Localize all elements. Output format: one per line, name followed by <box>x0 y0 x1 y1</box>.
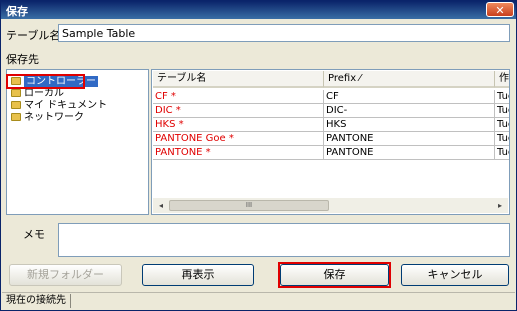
row-table-name: HKS * <box>153 118 324 132</box>
save-destination-label: 保存先 <box>6 53 39 66</box>
status-bar: 現在の接続先 <box>2 292 515 310</box>
close-button[interactable]: ✕ <box>486 2 514 17</box>
row-created: Tue <box>495 104 509 118</box>
scrollbar-thumb[interactable]: III <box>169 200 329 211</box>
table-list[interactable]: テーブル名 Prefix ⁄ 作 CF * CF Tue DIC * DIC- … <box>151 69 510 215</box>
row-table-name: PANTONE * <box>153 146 324 160</box>
row-created: Tue <box>495 90 509 104</box>
row-prefix: PANTONE <box>324 146 495 160</box>
new-folder-button[interactable]: 新規フォルダー <box>9 264 122 286</box>
refresh-button[interactable]: 再表示 <box>142 264 254 286</box>
scroll-left-icon[interactable]: ◂ <box>154 199 168 212</box>
horizontal-scrollbar[interactable]: ◂ III ▸ <box>153 198 508 213</box>
column-header-table-name[interactable]: テーブル名 <box>153 71 324 88</box>
cancel-button[interactable]: キャンセル <box>401 264 509 286</box>
selection-highlight-box <box>6 74 85 89</box>
row-table-name: DIC * <box>153 104 324 118</box>
row-prefix: DIC- <box>324 104 495 118</box>
column-header-prefix[interactable]: Prefix ⁄ <box>324 71 495 88</box>
window-title: 保存 <box>6 5 28 18</box>
table-name-input[interactable] <box>58 24 510 42</box>
memo-input[interactable] <box>58 223 510 257</box>
title-bar[interactable]: 保存 ✕ <box>1 1 516 19</box>
folder-icon <box>11 89 21 97</box>
row-created: Tue <box>495 132 509 146</box>
tree-item-my-documents[interactable]: マイ ドキュメント <box>11 100 107 112</box>
save-highlight-box <box>278 262 391 288</box>
current-connection-label: 現在の接続先 <box>4 294 71 308</box>
tree-item-local[interactable]: ローカル <box>11 88 64 100</box>
row-table-name: CF * <box>153 90 324 104</box>
tree-item-network[interactable]: ネットワーク <box>11 112 84 124</box>
destination-tree[interactable]: コントローラー ローカル マイ ドキュメント ネットワーク <box>6 69 149 215</box>
row-table-name: PANTONE Goe * <box>153 132 324 146</box>
row-prefix: PANTONE <box>324 132 495 146</box>
save-dialog: 保存 ✕ テーブル名 保存先 コントローラー ローカル マイ ドキュメント ネッ… <box>0 0 517 311</box>
memo-label: メモ <box>23 228 45 241</box>
folder-icon <box>11 101 21 109</box>
scroll-right-icon[interactable]: ▸ <box>493 199 507 212</box>
row-created: Tue <box>495 146 509 160</box>
folder-icon <box>11 113 21 121</box>
row-prefix: CF <box>324 90 495 104</box>
row-prefix: HKS <box>324 118 495 132</box>
row-created: Tue <box>495 118 509 132</box>
table-name-label: テーブル名 <box>6 29 61 42</box>
close-icon: ✕ <box>495 4 505 17</box>
column-header-created[interactable]: 作 <box>495 71 509 88</box>
